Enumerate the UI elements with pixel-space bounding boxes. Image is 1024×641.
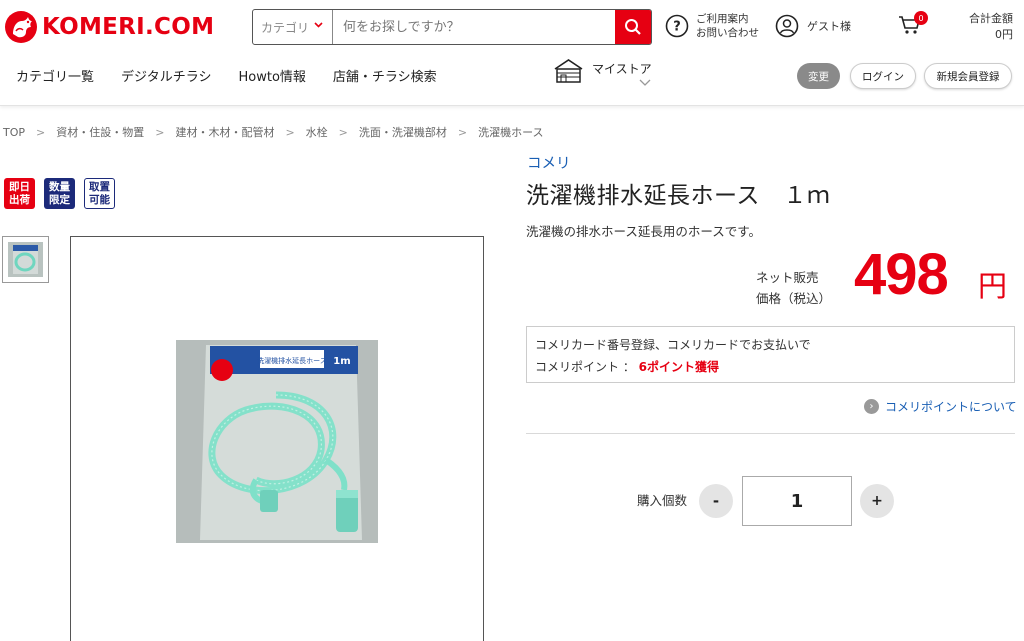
cart-total-label: 合計金額 <box>969 12 1013 25</box>
breadcrumb-item[interactable]: 洗面・洗濯機部材 <box>359 124 447 140</box>
chevron-right-icon: > <box>338 125 348 139</box>
help-line-2: お問い合わせ <box>696 27 759 39</box>
price-label-line-1: ネット販売 <box>756 270 819 285</box>
tag-line: 数量 <box>49 180 70 193</box>
tag-line: 即日 <box>9 180 30 193</box>
points-about-link[interactable]: › コメリポイントについて <box>864 398 1017 415</box>
search-bar: カテゴリ <box>252 9 652 45</box>
tag-line: 出荷 <box>9 193 30 206</box>
cart-total: 合計金額 0円 <box>969 11 1013 43</box>
help-link[interactable]: ? ご利用案内 お問い合わせ <box>665 12 759 40</box>
cart-total-value: 0円 <box>995 28 1013 41</box>
quantity-label: 購入個数 <box>637 493 688 508</box>
quantity-decrement-button[interactable]: - <box>699 484 733 518</box>
category-select[interactable]: カテゴリ <box>253 10 333 44</box>
product-price: 498 <box>854 242 949 307</box>
points-line-2: コメリポイント ： 6ポイント獲得 <box>535 356 1006 378</box>
user-icon <box>775 14 799 38</box>
store-icon <box>554 59 583 83</box>
points-info-box: コメリカード番号登録、コメリカードでお支払いで コメリポイント ： 6ポイント獲… <box>526 326 1015 383</box>
points-line-1: コメリカード番号登録、コメリカードでお支払いで <box>535 338 811 352</box>
product-brand[interactable]: コメリ <box>527 152 571 173</box>
chevron-right-icon: > <box>36 125 46 139</box>
register-button[interactable]: 新規会員登録 <box>924 63 1012 89</box>
tag-line: 可能 <box>89 193 110 206</box>
category-select-label: カテゴリ <box>261 20 310 35</box>
guest-account[interactable]: ゲスト様 <box>775 14 851 38</box>
points-about-label: コメリポイントについて <box>885 400 1017 414</box>
svg-text:?: ? <box>673 20 681 35</box>
main-nav: カテゴリ一覧 デジタルチラシ Howto情報 店舗・チラシ検索 <box>16 66 464 85</box>
chevron-down-icon <box>314 22 323 28</box>
breadcrumb: TOP > 資材・住設・物置 > 建材・木材・配管材 > 水栓 > 洗面・洗濯機… <box>3 124 544 140</box>
tag-same-day-shipping: 即日 出荷 <box>4 178 35 209</box>
question-circle-icon: ? <box>665 14 689 38</box>
product-thumbnail-image <box>8 242 43 277</box>
login-button[interactable]: ログイン <box>850 63 916 89</box>
quantity-increment-button[interactable]: + <box>860 484 894 518</box>
price-label-line-2: 価格（税込） <box>756 291 832 306</box>
chevron-right-icon: > <box>155 125 165 139</box>
search-input[interactable] <box>333 10 615 44</box>
breadcrumb-item[interactable]: 建材・木材・配管材 <box>175 124 274 140</box>
product-photo: 洗濯機排水延長ホース 1m <box>176 340 378 543</box>
cart-count-badge: 0 <box>914 11 928 25</box>
tag-reservation-available: 取置 可能 <box>84 178 115 209</box>
site-header: KOMERI.COM カテゴリ ? ご利用案内 お問い合わせ ゲスト様 0 合計… <box>0 0 1024 106</box>
rooster-logo-icon <box>5 11 37 43</box>
search-icon <box>625 19 641 35</box>
nav-item-digital-flyer[interactable]: デジタルチラシ <box>121 66 211 85</box>
quantity-input[interactable] <box>742 476 852 526</box>
points-prefix: コメリポイント ： <box>535 360 639 374</box>
guest-label: ゲスト様 <box>807 20 851 33</box>
site-logo[interactable]: KOMERI.COM <box>4 10 214 44</box>
product-main-image: 洗濯機排水延長ホース 1m <box>70 236 484 641</box>
tag-limited-quantity: 数量 限定 <box>44 178 75 209</box>
nav-item-category[interactable]: カテゴリ一覧 <box>16 66 94 85</box>
cart-button[interactable]: 0 <box>898 11 928 40</box>
chevron-right-icon: > <box>285 125 295 139</box>
help-line-1: ご利用案内 <box>696 13 749 25</box>
points-value: 6ポイント獲得 <box>638 360 719 374</box>
change-store-button[interactable]: 変更 <box>797 63 840 89</box>
tag-line: 取置 <box>89 180 110 193</box>
product-description: 洗濯機の排水ホース延長用のホースです。 <box>526 224 762 239</box>
nav-item-howto[interactable]: Howto情報 <box>239 66 306 85</box>
mystore-label: マイストア <box>592 62 652 76</box>
help-text: ご利用案内 お問い合わせ <box>696 12 759 40</box>
price-unit: 円 <box>978 269 1008 303</box>
breadcrumb-item[interactable]: 洗濯機ホース <box>478 124 543 140</box>
package-size: 1m <box>333 356 350 367</box>
divider <box>526 433 1015 434</box>
chevron-right-icon: > <box>457 125 468 139</box>
nav-item-store-search[interactable]: 店舗・チラシ検索 <box>333 66 437 85</box>
mystore-menu[interactable]: マイストア <box>553 58 652 86</box>
chevron-right-circle-icon: › <box>864 399 879 414</box>
search-button[interactable] <box>615 10 651 44</box>
product-tags: 即日 出荷 数量 限定 取置 可能 <box>4 178 124 209</box>
product-thumbnail[interactable] <box>2 236 49 283</box>
chevron-down-icon <box>639 79 651 86</box>
package-label: 洗濯機排水延長ホース <box>257 356 327 365</box>
logo-text: KOMERI.COM <box>42 14 215 40</box>
tag-line: 限定 <box>49 193 70 206</box>
price-label: ネット販売 価格（税込） <box>756 267 831 309</box>
breadcrumb-item[interactable]: TOP <box>3 126 25 139</box>
product-title: 洗濯機排水延長ホース １ｍ <box>526 183 831 209</box>
breadcrumb-item[interactable]: 水栓 <box>306 124 328 140</box>
breadcrumb-item[interactable]: 資材・住設・物置 <box>56 124 144 140</box>
